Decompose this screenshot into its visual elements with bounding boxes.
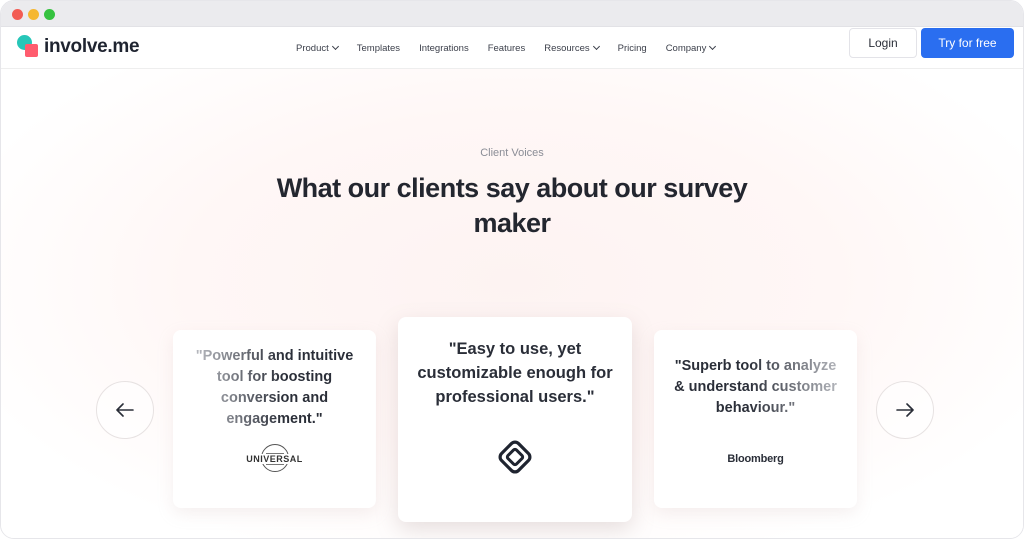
testimonial-quote: "Easy to use, yet customizable enough fo… bbox=[417, 340, 613, 406]
carousel-prev-button[interactable] bbox=[96, 381, 154, 439]
login-button[interactable]: Login bbox=[849, 28, 917, 58]
window-titlebar bbox=[1, 1, 1023, 27]
try-for-free-button[interactable]: Try for free bbox=[921, 28, 1014, 58]
testimonial-card-bloomberg: "Superb tool to analyze & understand cus… bbox=[654, 330, 857, 508]
nav-item-label: Resources bbox=[544, 42, 590, 54]
browser-window: involve.me Product Templates Integration… bbox=[0, 0, 1024, 539]
nav-item-label: Integrations bbox=[419, 42, 469, 54]
testimonials-section: Client Voices What our clients say about… bbox=[1, 69, 1023, 538]
nav-item-features[interactable]: Features bbox=[488, 43, 526, 54]
nav-item-label: Product bbox=[296, 42, 329, 54]
bloomberg-logo-icon: Bloomberg bbox=[727, 453, 784, 465]
arrow-left-icon bbox=[116, 403, 134, 417]
nav-item-resources[interactable]: Resources bbox=[544, 42, 600, 54]
nav-item-label: Templates bbox=[356, 42, 401, 54]
nav-item-integrations[interactable]: Integrations bbox=[419, 43, 469, 54]
testimonial-quote: "Superb tool to analyze & understand cus… bbox=[671, 356, 841, 419]
site-logo[interactable]: involve.me bbox=[17, 32, 140, 62]
testimonial-quote: "Powerful and intuitive tool for boostin… bbox=[195, 346, 355, 430]
nav-item-label: Pricing bbox=[617, 42, 647, 54]
nav-item-pricing[interactable]: Pricing bbox=[618, 43, 647, 54]
universal-logo-icon: UNIVERSAL bbox=[245, 444, 305, 474]
nav-item-templates[interactable]: Templates bbox=[357, 43, 400, 54]
nav-item-label: Company bbox=[665, 42, 707, 54]
arrow-right-icon bbox=[896, 403, 914, 417]
chevron-down-icon bbox=[331, 42, 339, 51]
top-navbar: involve.me Product Templates Integration… bbox=[1, 27, 1023, 69]
capterra-diamond-logo-icon bbox=[498, 440, 532, 474]
testimonial-card-center: "Easy to use, yet customizable enough fo… bbox=[398, 317, 632, 522]
carousel-next-button[interactable] bbox=[876, 381, 934, 439]
logo-text: involve.me bbox=[44, 36, 140, 57]
close-window-icon[interactable] bbox=[12, 9, 23, 20]
brand-name: UNIVERSAL bbox=[245, 454, 304, 464]
chevron-down-icon bbox=[592, 42, 600, 51]
maximize-window-icon[interactable] bbox=[44, 9, 55, 20]
nav-item-label: Features bbox=[487, 42, 526, 54]
section-headline: What our clients say about our survey ma… bbox=[276, 173, 748, 238]
section-eyebrow: Client Voices bbox=[480, 147, 544, 159]
chevron-down-icon bbox=[709, 42, 717, 51]
involve-logo-icon bbox=[17, 35, 41, 59]
nav-item-company[interactable]: Company bbox=[665, 42, 717, 54]
testimonial-card-universal: "Powerful and intuitive tool for boostin… bbox=[173, 330, 376, 508]
nav-links: Product Templates Integrations Features … bbox=[296, 27, 734, 69]
minimize-window-icon[interactable] bbox=[28, 9, 39, 20]
nav-item-product[interactable]: Product bbox=[296, 42, 339, 54]
